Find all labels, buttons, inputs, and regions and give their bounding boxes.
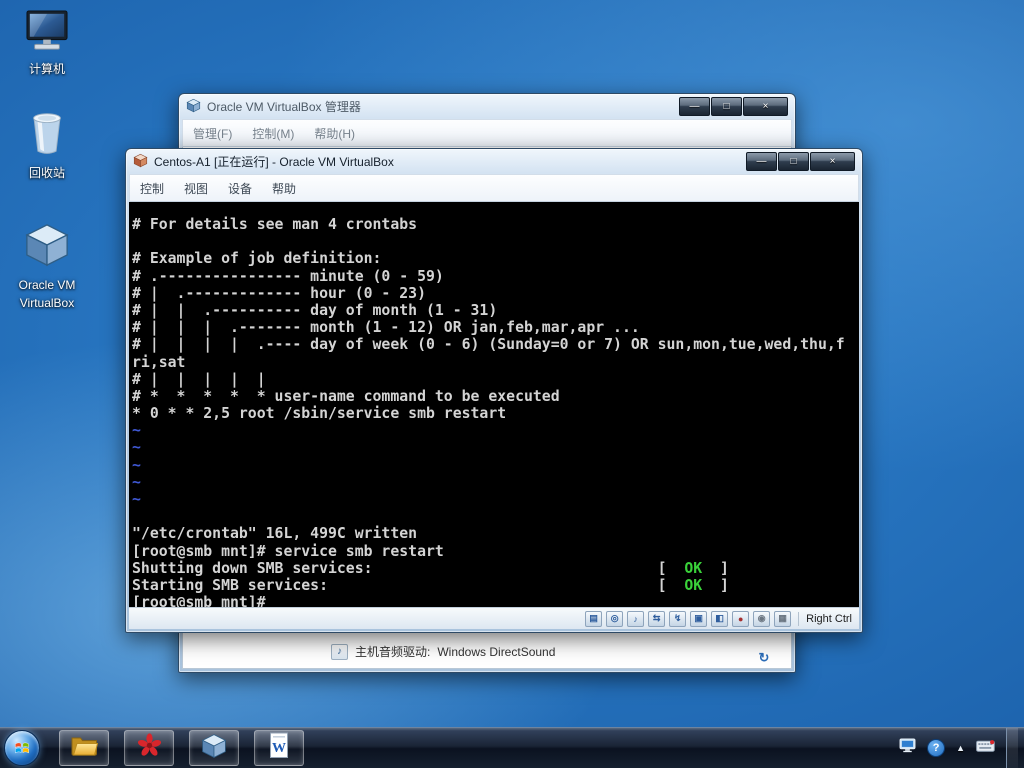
desktop-icon-recycle-bin[interactable]: 回收站 — [4, 110, 90, 182]
start-button[interactable] — [0, 728, 44, 768]
terminal-line: # | | | .------- month (1 - 12) OR jan,f… — [132, 319, 856, 336]
vm-close-button[interactable]: × — [810, 152, 855, 171]
vm-menu-machine[interactable]: 控制 — [130, 175, 174, 202]
shared-folders-icon[interactable] — [690, 611, 707, 627]
taskbar-explorer-button[interactable] — [59, 730, 109, 766]
audio-driver-value: Windows DirectSound — [437, 645, 555, 659]
manager-menu-file[interactable]: 管理(F) — [183, 120, 242, 147]
statusbar-divider — [798, 612, 799, 626]
display-icon[interactable] — [711, 611, 728, 627]
vm-restore-button[interactable]: □ — [778, 152, 809, 171]
virtualbox-taskbar-icon — [201, 733, 227, 764]
vm-menu-view[interactable]: 视图 — [174, 175, 218, 202]
recycle-bin-icon — [4, 110, 90, 161]
terminal-line: [root@smb mnt]# service smb restart — [132, 543, 856, 560]
terminal-line: [root@smb mnt]# _ — [132, 594, 856, 607]
windows-orb-icon — [4, 730, 40, 766]
desktop-icon-virtualbox[interactable]: Oracle VM VirtualBox — [4, 222, 90, 312]
terminal-line: ri,sat — [132, 354, 856, 371]
terminal-line: # For details see man 4 crontabs — [132, 216, 856, 233]
explorer-folder-icon — [71, 735, 98, 761]
manager-titlebar[interactable]: Oracle VM VirtualBox 管理器 — □ × — [182, 94, 792, 119]
svg-text:W: W — [272, 741, 286, 756]
taskbar-virtualbox-button[interactable] — [189, 730, 239, 766]
manager-close-button[interactable]: × — [743, 97, 788, 116]
desktop: 计算机 回收站 Oracle VM VirtualBox — [0, 0, 1024, 768]
host-key-label: Right Ctrl — [806, 613, 852, 625]
hdd-icon[interactable] — [585, 611, 602, 627]
terminal-line: ~ — [132, 439, 856, 456]
desktop-icon-label: 回收站 — [29, 166, 65, 180]
terminal-line: "/etc/crontab" 16L, 499C written — [132, 525, 856, 542]
terminal-line: ~ — [132, 491, 856, 508]
terminal-line: # | | .---------- day of month (1 - 31) — [132, 302, 856, 319]
terminal-line: # | | | | | — [132, 371, 856, 388]
virtualbox-logo-icon — [186, 98, 201, 116]
audio-driver-label: 主机音频驱动: — [355, 643, 430, 660]
desktop-icon-label: Oracle VM VirtualBox — [19, 278, 76, 310]
mouse-icon[interactable] — [753, 611, 770, 627]
computer-icon — [4, 10, 90, 57]
vm-menubar: 控制 视图 设备 帮助 — [129, 174, 859, 202]
terminal-line: # .---------------- minute (0 - 59) — [132, 268, 856, 285]
manager-menubar: 管理(F) 控制(M) 帮助(H) — [182, 119, 792, 147]
word-icon: W — [267, 732, 291, 764]
audio-driver-row: ♪ 主机音频驱动: Windows DirectSound — [331, 643, 555, 660]
vm-menu-help[interactable]: 帮助 — [262, 175, 306, 202]
vm-window-title: Centos-A1 [正在运行] - Oracle VM VirtualBox — [154, 153, 394, 170]
manager-window-title: Oracle VM VirtualBox 管理器 — [207, 98, 361, 115]
terminal-line: Shutting down SMB services: [ OK ] — [132, 560, 856, 577]
desktop-icon-computer[interactable]: 计算机 — [4, 10, 90, 78]
taskbar-word-button[interactable]: W — [254, 730, 304, 766]
manager-maximize-button[interactable]: □ — [711, 97, 742, 116]
desktop-icon-label: 计算机 — [29, 62, 65, 76]
tray-hidden-icons-arrow[interactable]: ▲ — [956, 743, 965, 753]
tray-input-keyboard-icon[interactable] — [976, 739, 995, 758]
terminal[interactable]: # For details see man 4 crontabs # Examp… — [129, 202, 859, 607]
terminal-line: Starting SMB services: [ OK ] — [132, 577, 856, 594]
tray-help-icon[interactable]: ? — [927, 739, 945, 757]
vm-titlebar[interactable]: Centos-A1 [正在运行] - Oracle VM VirtualBox … — [129, 149, 859, 174]
audio-icon[interactable] — [627, 611, 644, 627]
taskbar: W ? ▲ — [0, 727, 1024, 768]
tray-display-icon[interactable] — [899, 738, 916, 758]
manager-minimize-button[interactable]: — — [679, 97, 710, 116]
terminal-line: ~ — [132, 474, 856, 491]
vm-status-icons — [585, 611, 791, 627]
audio-icon: ♪ — [331, 644, 348, 660]
terminal-line: # | .------------- hour (0 - 23) — [132, 285, 856, 302]
terminal-line: # Example of job definition: — [132, 250, 856, 267]
network-icon[interactable] — [648, 611, 665, 627]
refresh-preview-icon[interactable]: ↻ — [755, 649, 773, 666]
terminal-line: # * * * * * user-name command to be exec… — [132, 388, 856, 405]
terminal-line: # | | | | .---- day of week (0 - 6) (Sun… — [132, 336, 856, 353]
virtualbox-icon — [4, 222, 90, 273]
terminal-line: ~ — [132, 422, 856, 439]
vm-statusbar: Right Ctrl — [129, 607, 859, 629]
vm-menu-devices[interactable]: 设备 — [218, 175, 262, 202]
terminal-line: * 0 * * 2,5 root /sbin/service smb resta… — [132, 405, 856, 422]
red-flower-icon — [137, 733, 162, 763]
manager-menu-machine[interactable]: 控制(M) — [242, 120, 304, 147]
keyboard-icon[interactable] — [774, 611, 791, 627]
vm-window: Centos-A1 [正在运行] - Oracle VM VirtualBox … — [125, 148, 863, 633]
show-desktop-button[interactable] — [1006, 728, 1018, 768]
video-capture-icon[interactable] — [732, 611, 749, 627]
system-tray: ? ▲ — [899, 728, 1024, 768]
terminal-line — [132, 508, 856, 525]
terminal-line: ~ — [132, 457, 856, 474]
usb-icon[interactable] — [669, 611, 686, 627]
taskbar-media-app-button[interactable] — [124, 730, 174, 766]
manager-menu-help[interactable]: 帮助(H) — [304, 120, 365, 147]
terminal-line — [132, 233, 856, 250]
optical-disc-icon[interactable] — [606, 611, 623, 627]
vm-window-icon — [133, 153, 148, 171]
vm-minimize-button[interactable]: — — [746, 152, 777, 171]
